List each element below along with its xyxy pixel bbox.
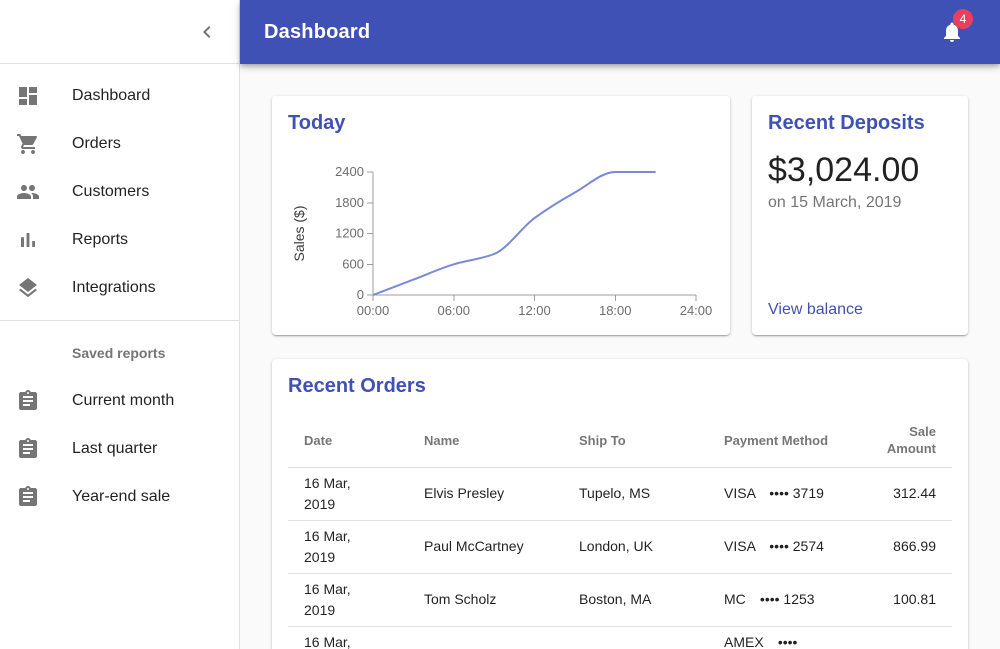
column-header-name: Name [408, 414, 563, 468]
sidebar-item-integrations[interactable]: Integrations [0, 264, 239, 312]
order-amount-cell: 312.44 [858, 467, 952, 521]
orders-table: Date Name Ship To Payment Method Sale Amount… [288, 414, 952, 649]
sales-line-chart: 0 600 1200 1800 2400 00:00 06:00 12:00 18:00 24:0… [291, 164, 713, 318]
assignment-icon [16, 485, 72, 509]
assignment-icon [16, 437, 72, 461]
table-row: 16 Mar, 2019 Paul McCartney London, UK VISA… [288, 520, 952, 574]
column-header-payment-method: Payment Method [708, 414, 858, 468]
chevron-left-icon [203, 25, 211, 38]
order-name-cell: Paul McCartney [408, 520, 563, 574]
svg-text:24:00: 24:00 [680, 303, 713, 318]
column-header-date: Date [288, 414, 408, 468]
today-card-title: Today [288, 112, 346, 134]
deposit-date: on 15 March, 2019 [768, 194, 902, 211]
orders-card-title: Recent Orders [288, 375, 426, 397]
table-row: 16 Mar, 2019 AMEX ⠀•••• 2000 [288, 626, 952, 649]
order-date-cell: 16 Mar, 2019 [288, 467, 408, 521]
deposits-card-title: Recent Deposits [768, 112, 925, 134]
order-date-cell: 16 Mar, 2019 [288, 573, 408, 627]
order-ship-to-cell: London, UK [563, 520, 708, 574]
sidebar-nav-main: Dashboard Orders Customers Reports Integrati… [0, 64, 239, 320]
order-payment-cell: VISA ⠀•••• 2574 [708, 520, 858, 574]
recent-deposits-card: Recent Deposits $3,024.00 on 15 March, 2… [752, 96, 968, 335]
svg-text:00:00: 00:00 [357, 303, 390, 318]
order-payment-cell: MC ⠀•••• 1253 [708, 573, 858, 627]
assignment-icon [16, 389, 72, 413]
column-header-ship-to: Ship To [563, 414, 708, 468]
order-amount-cell [858, 626, 952, 649]
order-payment-cell: AMEX ⠀•••• 2000 [708, 626, 858, 649]
sidebar-item-last-quarter[interactable]: Last quarter [0, 425, 239, 473]
column-header-sale-amount: Sale Amount [858, 414, 952, 468]
people-icon [16, 180, 72, 204]
notifications-button[interactable]: 4 [928, 8, 976, 56]
order-name-cell: Elvis Presley [408, 467, 563, 521]
sidebar-nav-saved-reports: Saved reports Current month Last quarter Y… [0, 321, 239, 529]
order-name-cell [408, 626, 563, 649]
collapse-drawer-button[interactable] [183, 8, 231, 56]
sidebar-header [0, 0, 239, 64]
layers-icon [16, 276, 72, 300]
order-name-cell: Tom Scholz [408, 573, 563, 627]
today-card: Today 0 600 1200 1800 2400 00:00 06:00 12:00 18:… [272, 96, 730, 335]
orders-table-header-row: Date Name Ship To Payment Method Sale Amount [288, 414, 952, 468]
sidebar-item-orders[interactable]: Orders [0, 120, 239, 168]
recent-orders-card: Recent Orders Date Name Ship To Payment Met… [272, 359, 968, 649]
order-payment-cell: VISA ⠀•••• 3719 [708, 467, 858, 521]
sidebar-item-current-month[interactable]: Current month [0, 377, 239, 425]
svg-text:2400: 2400 [335, 164, 364, 179]
svg-text:1200: 1200 [335, 226, 364, 241]
view-balance-link[interactable]: View balance [768, 301, 952, 319]
bar-chart-icon [16, 228, 72, 252]
shopping-cart-icon [16, 132, 72, 156]
order-amount-cell: 866.99 [858, 520, 952, 574]
svg-text:12:00: 12:00 [518, 303, 551, 318]
app-bar: Dashboard 4 [240, 0, 1000, 64]
order-ship-to-cell: Boston, MA [563, 573, 708, 627]
sidebar-item-label: Reports [72, 231, 129, 248]
svg-text:1800: 1800 [335, 195, 364, 210]
order-amount-cell: 100.81 [858, 573, 952, 627]
sidebar-item-label: Year-end sale [72, 488, 171, 505]
table-row: 16 Mar, 2019 Tom Scholz Boston, MA MC ⠀••••… [288, 573, 952, 627]
svg-text:600: 600 [342, 256, 364, 271]
order-ship-to-cell [563, 626, 708, 649]
svg-text:06:00: 06:00 [437, 303, 470, 318]
sidebar-item-label: Last quarter [72, 440, 158, 457]
sidebar-item-label: Dashboard [72, 87, 151, 104]
sidebar-item-reports[interactable]: Reports [0, 216, 239, 264]
saved-reports-subheader: Saved reports [72, 345, 166, 361]
page-title: Dashboard [264, 20, 371, 43]
sidebar-item-label: Integrations [72, 279, 156, 296]
svg-text:18:00: 18:00 [599, 303, 632, 318]
sidebar-item-customers[interactable]: Customers [0, 168, 239, 216]
svg-text:0: 0 [357, 287, 364, 302]
deposit-amount: $3,024.00 [768, 151, 920, 189]
sidebar-item-label: Current month [72, 392, 175, 409]
order-date-cell: 16 Mar, 2019 [288, 520, 408, 574]
svg-text:Sales ($): Sales ($) [291, 205, 307, 261]
sidebar-item-year-end-sale[interactable]: Year-end sale [0, 473, 239, 521]
notification-badge: 4 [953, 9, 973, 29]
order-date-cell: 16 Mar, 2019 [288, 626, 408, 649]
main-content: Today 0 600 1200 1800 2400 00:00 06:00 12:00 18:… [240, 64, 1000, 649]
table-row: 16 Mar, 2019 Elvis Presley Tupelo, MS VISA … [288, 467, 952, 521]
dashboard-icon [16, 84, 72, 108]
order-ship-to-cell: Tupelo, MS [563, 467, 708, 521]
sidebar-item-label: Customers [72, 183, 150, 200]
sidebar-item-label: Orders [72, 135, 121, 152]
sidebar: Dashboard Orders Customers Reports Integrati… [0, 0, 240, 649]
sidebar-item-dashboard[interactable]: Dashboard [0, 72, 239, 120]
